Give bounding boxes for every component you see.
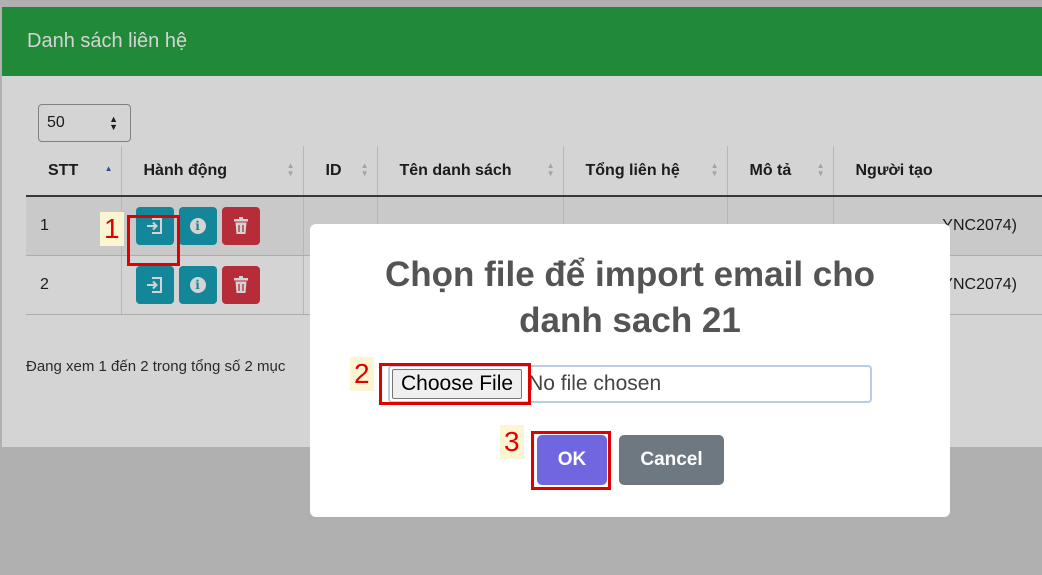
highlight-choose-file	[379, 363, 531, 405]
step-label-1: 1	[100, 212, 124, 246]
step-label-2: 2	[350, 357, 374, 391]
step-label-3: 3	[500, 425, 524, 459]
highlight-ok-button	[531, 431, 611, 490]
dialog-title: Chọn file để import email cho danh sach …	[384, 255, 876, 340]
cancel-button[interactable]: Cancel	[619, 435, 724, 485]
highlight-import-button	[127, 215, 180, 266]
file-status-text: No file chosen	[528, 372, 662, 395]
